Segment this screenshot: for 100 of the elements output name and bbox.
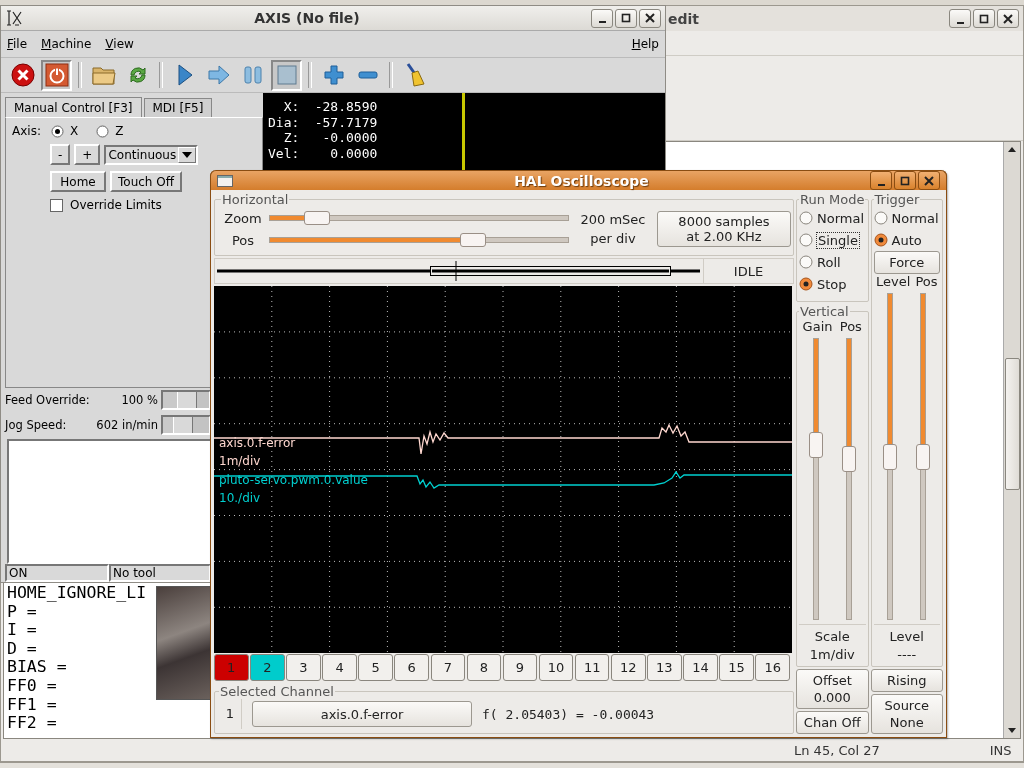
window-menu-icon[interactable] — [217, 174, 233, 187]
slider-label: Pos — [230, 232, 256, 248]
slider[interactable] — [269, 211, 569, 225]
channel-button[interactable]: 6 — [394, 654, 429, 681]
code-line: FF0 = — [7, 676, 57, 696]
slider[interactable] — [269, 233, 569, 247]
channel-name-button[interactable]: axis.0.f-error — [252, 701, 472, 727]
dro-label: Z: — [282, 130, 300, 146]
channel-button[interactable]: 10 — [538, 654, 574, 681]
slider-thumb[interactable] — [304, 211, 330, 225]
slider-label: Level — [876, 274, 911, 289]
slider-label: Gain — [802, 319, 833, 334]
radio-option[interactable]: Normal — [799, 207, 866, 229]
axis-radio-option[interactable]: Z — [96, 124, 124, 138]
menu-item[interactable]: Machine — [41, 37, 92, 51]
jog-minus-button[interactable]: - — [50, 144, 71, 165]
minimize-button[interactable] — [591, 8, 613, 28]
channel-button[interactable]: 11 — [574, 654, 610, 681]
slider[interactable] — [916, 293, 931, 620]
channel-button[interactable]: 3 — [286, 654, 321, 681]
dro-label: Vel: — [268, 145, 300, 161]
axis-logo-icon — [5, 9, 23, 27]
close-button[interactable] — [639, 8, 661, 28]
slider-label: Pos — [915, 274, 938, 289]
minimize-button[interactable] — [870, 171, 892, 190]
edge-button[interactable]: Rising — [870, 669, 943, 692]
minimize-icon — [956, 21, 964, 24]
dro-label: X: — [282, 99, 300, 115]
override-limits-checkbox[interactable]: Override Limits — [50, 198, 162, 212]
close-button[interactable] — [997, 9, 1019, 28]
radio-option[interactable]: Auto — [873, 229, 940, 251]
radio-option[interactable]: Normal — [873, 207, 940, 229]
channel-button[interactable]: 13 — [647, 654, 682, 681]
group-title: Trigger — [873, 192, 921, 207]
slider-thumb[interactable] — [841, 446, 856, 473]
channel-button[interactable]: 12 — [611, 654, 646, 681]
code-line: D = — [7, 639, 37, 659]
tab[interactable]: Manual Control [F3] — [5, 97, 142, 117]
radio-option[interactable]: Stop — [799, 273, 866, 295]
maximize-icon — [979, 13, 989, 24]
force-button[interactable]: Force — [873, 251, 940, 274]
group-title: Vertical — [799, 304, 850, 319]
speed-slider[interactable] — [161, 390, 211, 411]
channel-button[interactable]: 14 — [683, 654, 718, 681]
dro-value: -0.0000 — [321, 130, 378, 146]
slider-thumb[interactable] — [808, 432, 823, 459]
maximize-button[interactable] — [615, 8, 637, 28]
folder-icon — [91, 64, 116, 86]
slider[interactable] — [841, 338, 856, 620]
channel-button[interactable]: 7 — [430, 654, 466, 681]
tab[interactable]: MDI [F5] — [143, 98, 213, 117]
cursor-readout: f( 2.05403) = -0.00043 — [482, 706, 655, 722]
scrollbar-thumb[interactable] — [1004, 358, 1020, 490]
minimize-button[interactable] — [949, 9, 971, 28]
source-button[interactable]: Source None — [870, 694, 943, 734]
menu-item[interactable]: File — [7, 37, 28, 51]
channel-button[interactable]: 16 — [755, 654, 790, 681]
slider-thumb[interactable] — [883, 443, 898, 470]
menu-item[interactable]: Help — [631, 37, 659, 51]
close-icon — [924, 175, 934, 186]
scrollbar[interactable] — [1003, 142, 1020, 738]
channel-button[interactable]: 4 — [322, 654, 357, 681]
slider-thumb[interactable] — [916, 443, 931, 470]
axis-radio-option[interactable]: X — [50, 124, 79, 138]
increment-dropdown[interactable]: Continuous — [104, 144, 199, 165]
menu-item[interactable]: View — [105, 37, 134, 51]
field-label: Feed Override: — [5, 393, 90, 408]
insert-mode: INS — [989, 742, 1012, 758]
close-button[interactable] — [918, 171, 940, 190]
dro-value: -28.8590 — [313, 99, 378, 115]
channel-button[interactable]: 15 — [719, 654, 754, 681]
maximize-icon — [900, 175, 910, 186]
field-label: Jog Speed: — [5, 418, 67, 432]
maximize-button[interactable] — [894, 171, 916, 190]
speed-slider[interactable] — [161, 415, 211, 435]
radio-option[interactable]: Single — [799, 229, 866, 251]
field-value: 100 % — [121, 393, 159, 408]
samples-button[interactable]: 8000 samples at 2.00 KHz — [657, 211, 791, 247]
radio-option[interactable]: Roll — [799, 251, 866, 273]
plus-icon — [322, 64, 345, 86]
channel-button[interactable]: 9 — [502, 654, 538, 681]
channel-button[interactable]: 5 — [358, 654, 393, 681]
slider-thumb[interactable] — [460, 233, 486, 247]
cursor-position: Ln 45, Col 27 — [794, 742, 880, 758]
jog-plus-button[interactable]: + — [74, 144, 101, 165]
offset-button[interactable]: Offset 0.000 — [796, 669, 869, 709]
trace-scale: 1m/div — [219, 454, 261, 468]
channel-button[interactable]: 8 — [466, 654, 502, 681]
chan-off-button[interactable]: Chan Off — [796, 711, 869, 734]
home-button[interactable]: Home — [50, 171, 106, 192]
maximize-button[interactable] — [973, 9, 995, 28]
channel-number: 1 — [219, 699, 242, 729]
toolbar-button[interactable] — [41, 59, 72, 91]
slider[interactable] — [883, 293, 898, 620]
touch-off-button[interactable]: Touch Off — [110, 171, 182, 192]
code-line: BIAS = — [7, 658, 67, 677]
slider[interactable] — [808, 338, 823, 620]
channel-button[interactable]: 2 — [250, 654, 285, 681]
close-icon — [645, 13, 655, 23]
trace-name: axis.0.f-error — [219, 436, 296, 450]
